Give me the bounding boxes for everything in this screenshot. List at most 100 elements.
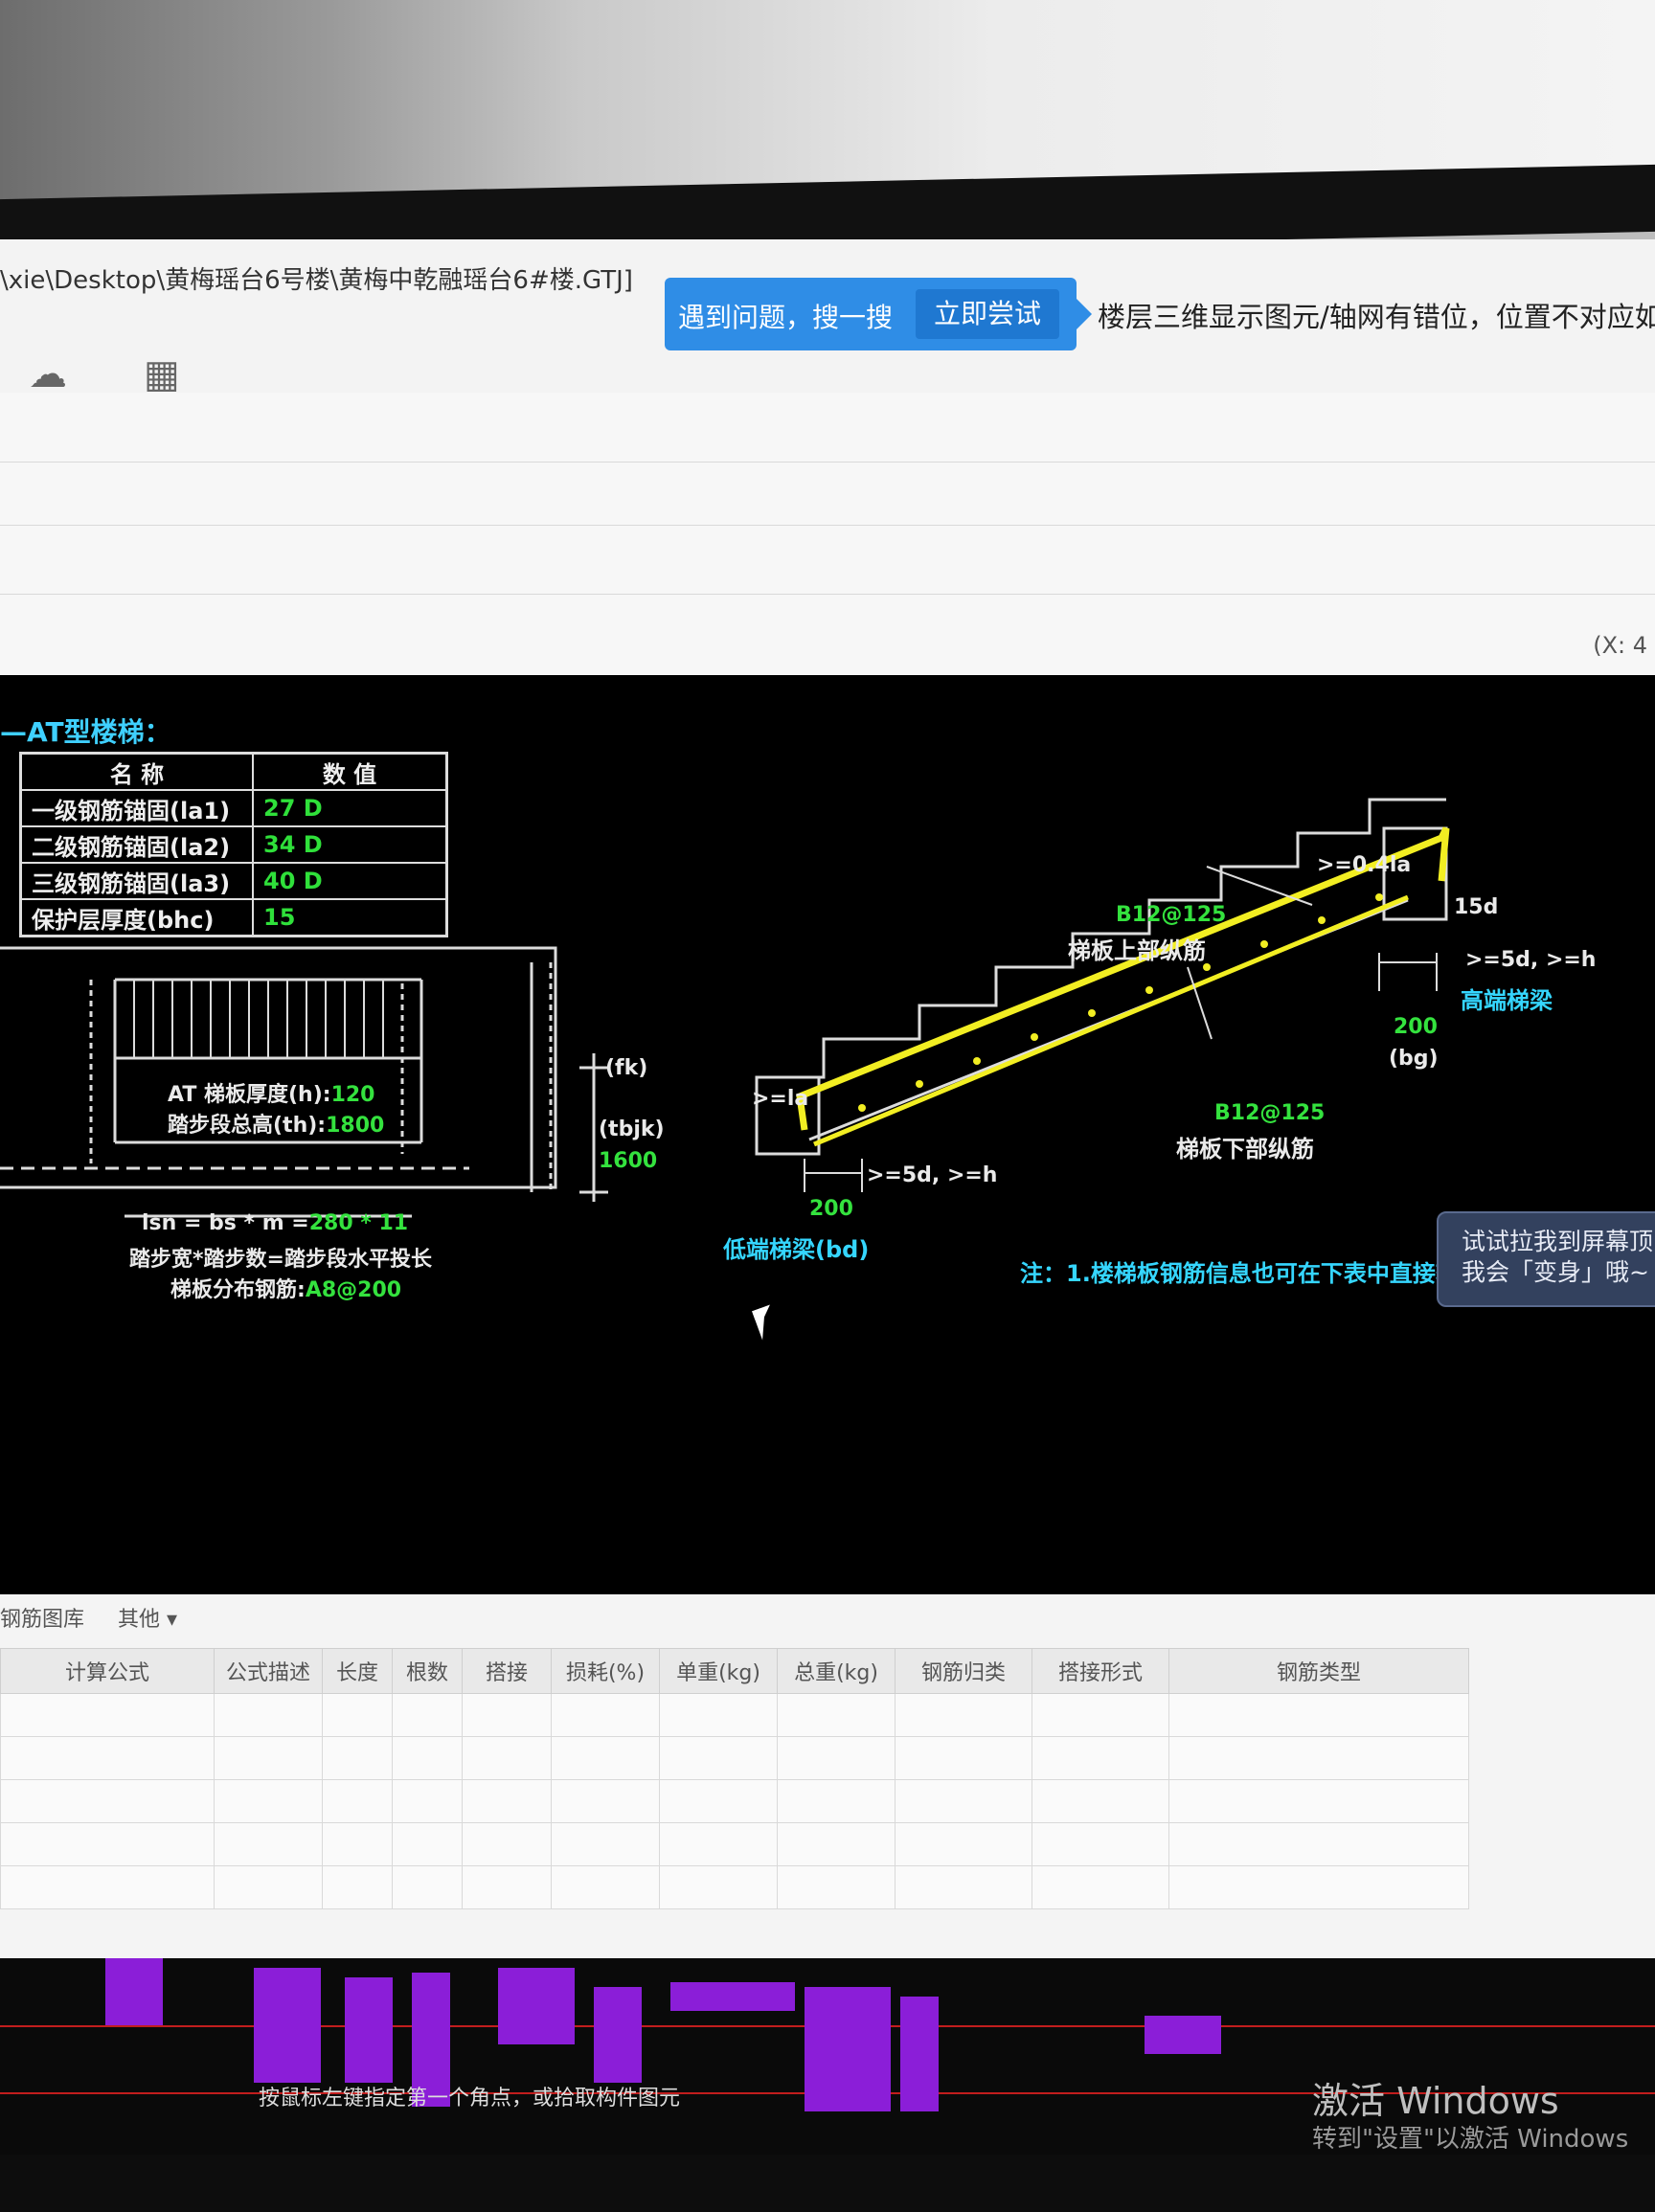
param-name: 一级钢筋锚固(la1)	[19, 789, 254, 827]
rebar-detail-panel: 钢筋图库 其他 ▾ 计算公式 公式描述 长度 根数 搭接 损耗(%) 单重(kg…	[0, 1594, 1655, 1958]
float-tip-line: 我会「变身」哦~	[1462, 1258, 1649, 1286]
activation-watermark-title: 激活 Windows	[1312, 2080, 1559, 2122]
column-header[interactable]: 搭接形式	[1032, 1648, 1169, 1694]
coordinate-readout: (X: 4	[1593, 632, 1647, 659]
high-anchor-label: >=5d, >=h	[1465, 948, 1597, 972]
column-header[interactable]: 搭接	[462, 1648, 552, 1694]
activation-watermark-subtitle: 转到"设置"以激活 Windows	[1312, 2125, 1629, 2154]
column-header[interactable]: 根数	[392, 1648, 463, 1694]
slab-thickness-label: AT 梯板厚度(h):	[168, 1083, 331, 1107]
param-value[interactable]: 15	[252, 898, 448, 937]
table-header: 数 值	[252, 752, 448, 791]
step-height-label: 踏步段总高(th):	[168, 1114, 327, 1138]
bottom-rebar-label: 梯板下部纵筋	[1176, 1136, 1314, 1162]
low-anchor-label: >=5d, >=h	[867, 1163, 998, 1187]
parameter-table: 名 称 数 值 一级钢筋锚固(la1) 27 D 二级钢筋锚固(la2) 34 …	[19, 752, 448, 937]
window-title: \xie\Desktop\黄梅瑶台6号楼\黄梅中乾融瑶台6#楼.GTJ]	[0, 266, 633, 295]
help-search-box[interactable]: 遇到问题，搜一搜 立即尝试	[665, 278, 1077, 350]
step-height: 踏步段总高(th):1800	[168, 1108, 384, 1139]
cad-canvas[interactable]: —AT型楼梯： 名 称 数 值 一级钢筋锚固(la1) 27 D 二级钢筋锚固(…	[0, 675, 1655, 1594]
column-element	[805, 1987, 891, 2111]
column-element	[498, 1968, 575, 2044]
param-name: 二级钢筋锚固(la2)	[19, 825, 254, 864]
column-header[interactable]: 总重(kg)	[777, 1648, 896, 1694]
plan-outline	[0, 946, 557, 1189]
param-value[interactable]: 27 D	[252, 789, 448, 827]
column-header[interactable]: 公式描述	[214, 1648, 323, 1694]
bottom-rebar-value[interactable]: B12@125	[1214, 1101, 1325, 1125]
high-beam-label: 高端梯梁	[1461, 987, 1553, 1014]
column-header[interactable]: 计算公式	[0, 1648, 215, 1694]
beam-element	[670, 1982, 795, 2011]
table-row[interactable]	[0, 1865, 1469, 1909]
bg-label: (bg)	[1389, 1047, 1439, 1071]
monitor-bezel-bottom	[0, 2155, 1655, 2212]
column-header[interactable]: 钢筋类型	[1168, 1648, 1469, 1694]
screen: \xie\Desktop\黄梅瑶台6号楼\黄梅中乾融瑶台6#楼.GTJ] 遇到问…	[0, 239, 1655, 2164]
distribution-label: 梯板分布钢筋:	[170, 1278, 306, 1302]
distribution-value[interactable]: A8@200	[306, 1278, 401, 1302]
table-row[interactable]: 保护层厚度(bhc) 15	[19, 898, 448, 937]
ribbon-area	[0, 393, 1655, 680]
column-element	[254, 1968, 321, 2083]
low-beam-label: 低端梯梁(bd)	[723, 1236, 870, 1263]
table-header: 名 称	[19, 752, 254, 791]
lsn-value[interactable]: 280 * 11	[309, 1211, 408, 1235]
table-row[interactable]	[0, 1822, 1469, 1866]
tip-arrow-icon	[1077, 299, 1092, 329]
cloud-icon[interactable]: ☁	[29, 352, 67, 396]
column-header[interactable]: 长度	[322, 1648, 393, 1694]
table-row[interactable]: 二级钢筋锚固(la2) 34 D	[19, 825, 448, 864]
tab-rebar-library[interactable]: 钢筋图库	[0, 1608, 84, 1632]
tbjk-value[interactable]: 1600	[599, 1149, 657, 1173]
stair-type-title: —AT型楼梯：	[0, 716, 171, 748]
anchor-top-label: >=0.4la	[1317, 853, 1412, 877]
step-height-value[interactable]: 1800	[326, 1114, 384, 1138]
distribution-rebar: 梯板分布钢筋:A8@200	[170, 1273, 401, 1303]
3d-view-strip[interactable]: 按鼠标左键指定第一个角点，或拾取构件图元 激活 Windows 转到"设置"以激…	[0, 1958, 1655, 2164]
input-note: 注：1.楼梯板钢筋信息也可在下表中直接输入.	[1020, 1260, 1490, 1287]
column-element	[594, 1987, 642, 2083]
column-header[interactable]: 损耗(%)	[551, 1648, 660, 1694]
param-name: 保护层厚度(bhc)	[19, 898, 254, 937]
lsn-formula: lsn = bs * m =280 * 11	[142, 1211, 408, 1235]
param-value[interactable]: 40 D	[252, 862, 448, 900]
low-beam-width[interactable]: 200	[809, 1197, 853, 1221]
table-row[interactable]	[0, 1693, 1469, 1737]
param-name: 三级钢筋锚固(la3)	[19, 862, 254, 900]
help-tip-text[interactable]: 楼层三维显示图元/轴网有错位，位置不对应如何	[1098, 295, 1655, 335]
column-header[interactable]: 单重(kg)	[659, 1648, 778, 1694]
column-element	[900, 1997, 939, 2111]
ribbon-divider	[0, 594, 1655, 595]
tab-other[interactable]: 其他 ▾	[118, 1608, 177, 1632]
grid-icon[interactable]: ▦	[144, 352, 180, 396]
table-row[interactable]: 一级钢筋锚固(la1) 27 D	[19, 789, 448, 827]
top-rebar-label: 梯板上部纵筋	[1068, 937, 1206, 964]
fk-label: (fk)	[605, 1056, 648, 1080]
ribbon-divider	[0, 462, 1655, 463]
table-row[interactable]	[0, 1736, 1469, 1780]
float-tip-line: 试试拉我到屏幕顶	[1462, 1228, 1654, 1255]
help-question: 遇到问题，搜一搜	[678, 302, 894, 333]
rebar-table[interactable]: 计算公式 公式描述 长度 根数 搭接 损耗(%) 单重(kg) 总重(kg) 钢…	[0, 1648, 1469, 1909]
plan-treads	[133, 980, 384, 1058]
lsn-label: lsn = bs * m =	[142, 1211, 309, 1235]
high-beam-width[interactable]: 200	[1394, 1015, 1438, 1039]
column-header[interactable]: 钢筋归类	[895, 1648, 1032, 1694]
column-element	[345, 1977, 393, 2083]
slab-thickness: AT 梯板厚度(h):120	[168, 1077, 375, 1108]
slab-thickness-value[interactable]: 120	[331, 1083, 375, 1107]
tbjk-label: (tbjk)	[599, 1117, 665, 1141]
param-value[interactable]: 34 D	[252, 825, 448, 864]
ribbon-divider	[0, 525, 1655, 526]
top-rebar-value[interactable]: B12@125	[1116, 903, 1226, 927]
fifteen-d-label: 15d	[1454, 895, 1499, 919]
column-element	[105, 1958, 163, 2025]
table-row[interactable]	[0, 1779, 1469, 1823]
low-la-label: >=la	[752, 1087, 809, 1111]
table-row[interactable]: 三级钢筋锚固(la3) 40 D	[19, 862, 448, 900]
column-element	[1145, 2016, 1221, 2054]
float-tip-button[interactable]: 试试拉我到屏幕顶 我会「变身」哦~	[1437, 1211, 1655, 1307]
step-note: 踏步宽*踏步数=踏步段水平投长	[129, 1248, 432, 1272]
try-now-button[interactable]: 立即尝试	[916, 289, 1059, 339]
